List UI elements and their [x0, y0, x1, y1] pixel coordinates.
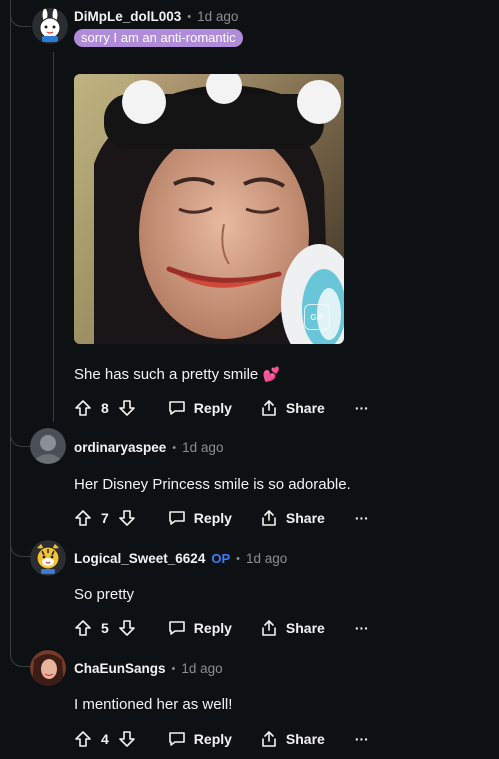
comment-actions: 4 Reply Share ···: [74, 729, 369, 749]
upvote-icon[interactable]: [74, 619, 92, 637]
comment-text: I mentioned her as well!: [74, 696, 232, 713]
downvote-icon[interactable]: [118, 730, 136, 748]
reply-icon: [168, 730, 186, 748]
comment-text-content: She has such a pretty smile: [74, 366, 259, 383]
tiger-avatar-icon[interactable]: [30, 540, 66, 576]
share-label: Share: [285, 510, 325, 526]
share-button[interactable]: Share: [260, 509, 325, 527]
downvote-icon[interactable]: [118, 509, 136, 527]
thread-line-root: [10, 0, 11, 655]
comment-text: She has such a pretty smile 💕: [74, 366, 280, 383]
more-options-icon: ···: [354, 510, 369, 526]
downvote-icon[interactable]: [118, 619, 136, 637]
reply-button[interactable]: Reply: [168, 730, 232, 748]
vote-controls: 4: [74, 730, 136, 748]
share-icon: [260, 399, 278, 417]
share-button[interactable]: Share: [260, 399, 325, 417]
share-label: Share: [285, 400, 325, 416]
downvote-icon[interactable]: [118, 399, 136, 417]
two-hearts-icon: 💕: [262, 366, 280, 382]
more-options-button[interactable]: ···: [355, 731, 369, 747]
more-options-button[interactable]: ···: [355, 510, 369, 526]
reply-label: Reply: [193, 620, 232, 636]
more-options-button[interactable]: ···: [355, 400, 369, 416]
comment-text: So pretty: [74, 586, 134, 603]
vote-count: 7: [101, 510, 109, 526]
bunny-avatar-icon[interactable]: [32, 8, 68, 44]
comment-actions: 5 Reply Share ···: [74, 618, 369, 638]
comment-meta: DiMpLe_dolL003 • 1d ago: [74, 9, 238, 24]
timestamp[interactable]: 1d ago: [246, 551, 287, 566]
reply-label: Reply: [193, 510, 232, 526]
reply-label: Reply: [193, 400, 232, 416]
reply-icon: [168, 509, 186, 527]
comment-meta: ChaEunSangs • 1d ago: [74, 661, 223, 676]
share-icon: [260, 509, 278, 527]
thread-connector: [10, 0, 31, 27]
more-options-icon: ···: [354, 731, 369, 747]
share-label: Share: [285, 731, 325, 747]
more-options-icon: ···: [354, 620, 369, 636]
upvote-icon[interactable]: [74, 509, 92, 527]
timestamp[interactable]: 1d ago: [197, 9, 238, 24]
reply-button[interactable]: Reply: [168, 399, 232, 417]
comment-actions: 8 Reply Share ···: [74, 398, 369, 418]
share-button[interactable]: Share: [260, 730, 325, 748]
vote-count: 4: [101, 731, 109, 747]
user-flair: sorry I am an anti-romantic: [74, 29, 243, 47]
share-button[interactable]: Share: [260, 619, 325, 637]
reply-icon: [168, 619, 186, 637]
username[interactable]: ordinaryaspee: [74, 440, 166, 455]
op-badge: OP: [211, 551, 231, 566]
reply-button[interactable]: Reply: [168, 509, 232, 527]
comment-text-content: I mentioned her as well!: [74, 696, 233, 713]
gif-image[interactable]: GIF: [74, 74, 344, 344]
thread-connector: [10, 640, 31, 667]
username[interactable]: DiMpLe_dolL003: [74, 9, 181, 24]
upvote-icon[interactable]: [74, 730, 92, 748]
vote-count: 5: [101, 620, 109, 636]
timestamp[interactable]: 1d ago: [181, 661, 222, 676]
share-icon: [260, 730, 278, 748]
comment-meta: ordinaryaspee • 1d ago: [74, 440, 223, 455]
vote-controls: 8: [74, 399, 136, 417]
thread-connector: [10, 530, 31, 557]
separator-dot: •: [171, 662, 176, 675]
reply-label: Reply: [193, 731, 232, 747]
vote-controls: 7: [74, 509, 136, 527]
separator-dot: •: [172, 441, 177, 454]
more-options-button[interactable]: ···: [355, 620, 369, 636]
separator-dot: •: [187, 10, 192, 23]
username[interactable]: Logical_Sweet_6624: [74, 551, 205, 566]
comment-text: Her Disney Princess smile is so adorable…: [74, 476, 351, 493]
photo-avatar-icon[interactable]: [30, 650, 66, 686]
share-icon: [260, 619, 278, 637]
comment-text-content: So pretty: [74, 586, 135, 603]
gif-badge: GIF: [304, 304, 330, 330]
comment-meta: Logical_Sweet_6624 OP • 1d ago: [74, 551, 287, 566]
comment-actions: 7 Reply Share ···: [74, 508, 369, 528]
separator-dot: •: [236, 552, 240, 565]
more-options-icon: ···: [354, 400, 369, 416]
reply-icon: [168, 399, 186, 417]
share-label: Share: [285, 620, 325, 636]
upvote-icon[interactable]: [74, 399, 92, 417]
timestamp[interactable]: 1d ago: [182, 440, 223, 455]
thread-line-comment-1: [53, 52, 54, 422]
reply-button[interactable]: Reply: [168, 619, 232, 637]
comment-text-content: Her Disney Princess smile is so adorable…: [74, 476, 351, 493]
photo-avatar-icon[interactable]: [30, 428, 66, 464]
username[interactable]: ChaEunSangs: [74, 661, 166, 676]
vote-controls: 5: [74, 619, 136, 637]
vote-count: 8: [101, 400, 109, 416]
thread-connector: [10, 420, 31, 447]
